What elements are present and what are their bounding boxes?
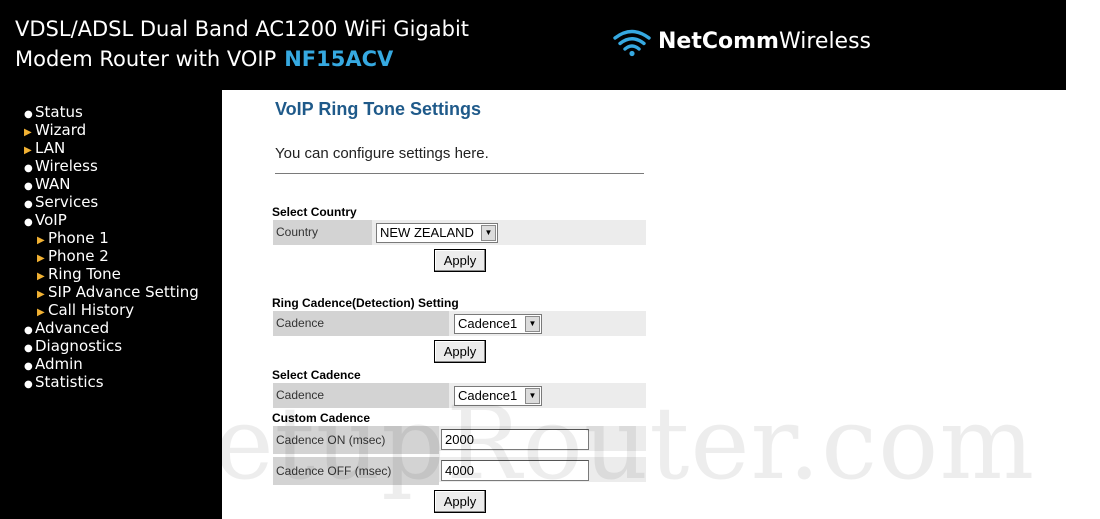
header: VDSL/ADSL Dual Band AC1200 WiFi Gigabit … xyxy=(0,0,1066,90)
sidebar-item-label: Phone 1 xyxy=(48,229,109,247)
select-cadence-select-value: Cadence1 xyxy=(458,388,518,403)
ring-cadence-heading: Ring Cadence(Detection) Setting xyxy=(272,296,459,310)
ring-cadence-label: Cadence xyxy=(273,311,449,336)
product-title: VDSL/ADSL Dual Band AC1200 WiFi Gigabit … xyxy=(15,14,469,74)
cadence-on-label: Cadence ON (msec) xyxy=(273,426,439,454)
sidebar-item-call-history[interactable]: ▶ Call History xyxy=(24,301,199,319)
sidebar-item-label: Call History xyxy=(48,301,135,319)
country-apply-button[interactable]: Apply xyxy=(434,249,486,272)
country-label: Country xyxy=(273,220,372,245)
sidebar-item-label: Wireless xyxy=(35,157,98,175)
ring-cadence-select-value: Cadence1 xyxy=(458,316,518,331)
brand-name-bold: NetComm xyxy=(658,28,779,54)
cadence-off-row: Cadence OFF (msec) xyxy=(273,457,646,485)
sidebar-item-label: Admin xyxy=(35,355,83,373)
bullet-icon: ● xyxy=(24,217,33,228)
product-title-line1: VDSL/ADSL Dual Band AC1200 WiFi Gigabit xyxy=(15,17,470,41)
page-description: You can configure settings here. xyxy=(275,145,489,162)
product-title-line2: Modem Router with VOIP NF15ACV xyxy=(15,44,469,74)
select-country-heading: Select Country xyxy=(272,205,357,219)
sidebar-item-label: Diagnostics xyxy=(35,337,123,355)
sidebar-item-label: Services xyxy=(35,193,99,211)
sidebar-item-label: SIP Advance Setting xyxy=(48,283,199,301)
bullet-icon: ● xyxy=(24,379,33,390)
sidebar-item-label: Statistics xyxy=(35,373,104,391)
sidebar-item-sip-advance-setting[interactable]: ▶ SIP Advance Setting xyxy=(24,283,199,301)
sidebar-item-label: Status xyxy=(35,103,83,121)
chevron-down-icon[interactable]: ▼ xyxy=(525,316,540,332)
sidebar-item-status[interactable]: ● Status xyxy=(24,103,199,121)
sidebar-item-wireless[interactable]: ● Wireless xyxy=(24,157,199,175)
sidebar-item-lan[interactable]: ▶ LAN xyxy=(24,139,199,157)
select-cadence-heading: Select Cadence xyxy=(272,368,361,382)
cadence-on-row: Cadence ON (msec) xyxy=(273,426,646,454)
sidebar-item-services[interactable]: ● Services xyxy=(24,193,199,211)
sidebar-item-label: WAN xyxy=(35,175,71,193)
chevron-down-icon[interactable]: ▼ xyxy=(481,225,496,241)
cadence-off-input[interactable] xyxy=(441,460,589,481)
sidebar-item-label: Advanced xyxy=(35,319,110,337)
select-cadence-select[interactable]: Cadence1 ▼ xyxy=(454,386,542,406)
sidebar-item-admin[interactable]: ● Admin xyxy=(24,355,199,373)
sidebar-item-wizard[interactable]: ▶ Wizard xyxy=(24,121,199,139)
country-select[interactable]: NEW ZEALAND ▼ xyxy=(376,223,498,243)
brand-logo: NetCommWireless xyxy=(612,24,871,58)
sidebar-item-label: Phone 2 xyxy=(48,247,109,265)
right-margin xyxy=(1066,0,1100,519)
ring-cadence-apply-button[interactable]: Apply xyxy=(434,340,486,363)
country-select-value: NEW ZEALAND xyxy=(380,225,474,240)
select-cadence-label: Cadence xyxy=(273,383,449,408)
sidebar-nav: ● Status ▶ Wizard ▶ LAN ● Wireless ● WAN ● Services… xyxy=(24,103,199,391)
custom-cadence-heading: Custom Cadence xyxy=(272,411,371,425)
model-name: NF15ACV xyxy=(284,47,394,71)
page-title: VoIP Ring Tone Settings xyxy=(275,99,482,119)
wifi-icon xyxy=(613,29,651,57)
sidebar-item-wan[interactable]: ● WAN xyxy=(24,175,199,193)
ring-cadence-select[interactable]: Cadence1 ▼ xyxy=(454,314,542,334)
brand-name-light: Wireless xyxy=(778,28,872,54)
cadence-on-input[interactable] xyxy=(441,429,589,450)
country-row: Country NEW ZEALAND ▼ xyxy=(273,220,646,245)
sidebar-item-ring-tone[interactable]: ▶ Ring Tone xyxy=(24,265,199,283)
main-content: VoIP Ring Tone Settings You can configur… xyxy=(222,90,1066,519)
sidebar-item-label: Ring Tone xyxy=(48,265,121,283)
sidebar-item-phone-2[interactable]: ▶ Phone 2 xyxy=(24,247,199,265)
sidebar-item-diagnostics[interactable]: ● Diagnostics xyxy=(24,337,199,355)
sidebar-item-statistics[interactable]: ● Statistics xyxy=(24,373,199,391)
select-cadence-row: Cadence Cadence1 ▼ xyxy=(273,383,646,408)
sidebar-item-label: LAN xyxy=(35,139,66,157)
sidebar-item-label: Wizard xyxy=(35,121,87,139)
sidebar-item-voip[interactable]: ● VoIP xyxy=(24,211,199,229)
sidebar-item-phone-1[interactable]: ▶ Phone 1 xyxy=(24,229,199,247)
chevron-down-icon[interactable]: ▼ xyxy=(525,388,540,404)
sidebar: ● Status ▶ Wizard ▶ LAN ● Wireless ● WAN ● Services… xyxy=(0,90,222,519)
divider xyxy=(275,173,644,174)
sidebar-item-advanced[interactable]: ● Advanced xyxy=(24,319,199,337)
custom-cadence-apply-button[interactable]: Apply xyxy=(434,490,486,513)
ring-cadence-row: Cadence Cadence1 ▼ xyxy=(273,311,646,336)
cadence-off-label: Cadence OFF (msec) xyxy=(273,457,439,485)
sidebar-item-label: VoIP xyxy=(35,211,67,229)
product-title-text: Modem Router with VOIP xyxy=(15,47,277,71)
brand-name: NetCommWireless xyxy=(658,29,871,54)
